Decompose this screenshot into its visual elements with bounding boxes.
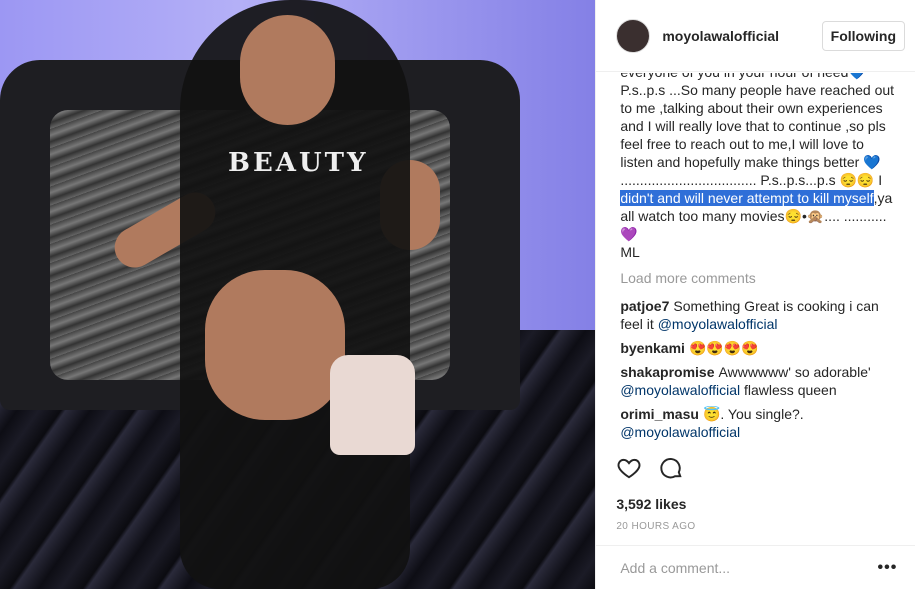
more-options-icon[interactable]: ••• [878,559,898,577]
likes-count[interactable]: 3,592 likes [616,496,686,512]
comment-username[interactable]: byenkami [620,340,685,356]
comment-text: 😍😍😍😍 [688,340,759,356]
post-side-panel: moyolawalofficial Following everyone of … [595,0,915,589]
comment-mention[interactable]: @moyolawalofficial [658,316,778,332]
comment-username[interactable]: patjoe7 [620,298,669,314]
comment-text-end: flawless queen [740,382,837,398]
post-username[interactable]: moyolawalofficial [662,28,821,44]
comment-mention[interactable]: @moyolawalofficial [620,382,740,398]
post-actions [616,455,684,486]
photo-face [240,15,335,125]
load-more-comments-link[interactable]: Load more comments [620,269,895,287]
comment-username[interactable]: orimi_masu [620,406,699,422]
add-comment-input[interactable] [618,558,878,577]
instagram-post: BEAUTY moyolawalofficial Following every… [0,0,915,589]
comment-mention[interactable]: @moyolawalofficial [620,424,740,440]
comment-item: patjoe7 Something Great is cooking i can … [620,297,895,333]
add-comment-bar: ••• [596,545,915,589]
post-timestamp[interactable]: 20 HOURS AGO [616,521,695,532]
post-header: moyolawalofficial Following [596,0,915,72]
comment-text: 😇. You single?. [702,406,804,422]
comment-item: orimi_masu 😇. You single?. @moyolawaloffi… [620,405,895,441]
caption-highlighted-text: didn't and will never attempt to kill my… [620,190,874,206]
post-photo[interactable]: BEAUTY [0,0,596,589]
caption-text: everyone of you in your hour of need💙 P.… [620,73,895,188]
comments-scroll-area[interactable]: everyone of you in your hour of need💙 P.… [596,73,915,451]
following-button[interactable]: Following [821,20,905,51]
photo-legs [205,270,345,420]
post-caption: everyone of you in your hour of need💙 P.… [620,73,895,261]
heart-icon[interactable] [616,455,642,486]
comment-username[interactable]: shakapromise [620,364,714,380]
avatar[interactable] [616,18,651,53]
comment-item: shakapromise Awwwwww' so adorable' @moyol… [620,363,895,399]
comment-item: byenkami 😍😍😍😍 [620,339,895,357]
photo-backpack [330,355,415,455]
comment-icon[interactable] [658,455,684,486]
comment-text: Awwwwww' so adorable' [718,364,871,380]
photo-shirt-text: BEAUTY [228,148,369,178]
